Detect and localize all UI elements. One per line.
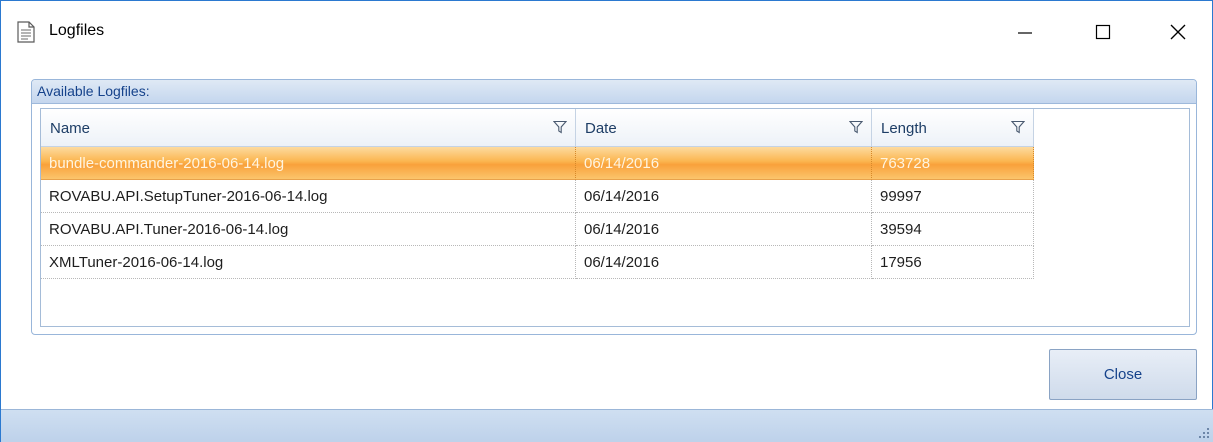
column-header-label: Name (50, 120, 91, 137)
cell-text: 99997 (880, 188, 922, 205)
cell-name[interactable]: XMLTuner-2016-06-14.log (41, 246, 576, 279)
cell-text: 06/14/2016 (584, 254, 660, 271)
status-bar (1, 409, 1213, 442)
table-row[interactable]: ROVABU.API.Tuner-2016-06-14.log 06/14/20… (41, 213, 1034, 246)
group-header: Available Logfiles: (32, 80, 1196, 104)
cell-text: 39594 (880, 221, 922, 238)
cell-length[interactable]: 39594 (872, 213, 1034, 246)
document-icon (17, 21, 35, 43)
table-row[interactable]: XMLTuner-2016-06-14.log 06/14/2016 17956 (41, 246, 1034, 279)
close-button[interactable]: Close (1049, 349, 1197, 400)
cell-date[interactable]: 06/14/2016 (576, 213, 872, 246)
column-header-label: Date (585, 120, 617, 137)
maximize-icon (1095, 24, 1111, 40)
cell-text: 17956 (880, 254, 922, 271)
cell-name[interactable]: ROVABU.API.Tuner-2016-06-14.log (41, 213, 576, 246)
close-window-button[interactable] (1144, 1, 1212, 63)
title-bar[interactable]: Logfiles (1, 1, 1212, 63)
logfiles-group: Available Logfiles: Name Date Length bun… (31, 79, 1197, 335)
column-header-label: Length (881, 120, 927, 137)
cell-text: XMLTuner-2016-06-14.log (49, 254, 224, 271)
cell-date[interactable]: 06/14/2016 (576, 147, 872, 180)
minimize-icon (1018, 32, 1032, 34)
column-header-date[interactable]: Date (576, 109, 872, 147)
filter-icon[interactable] (1011, 120, 1025, 134)
cell-text: 763728 (880, 155, 931, 172)
cell-text: bundle-commander-2016-06-14.log (49, 155, 285, 172)
cell-date[interactable]: 06/14/2016 (576, 246, 872, 279)
cell-text: ROVABU.API.SetupTuner-2016-06-14.log (49, 188, 328, 205)
cell-text: ROVABU.API.Tuner-2016-06-14.log (49, 221, 289, 238)
cell-name[interactable]: ROVABU.API.SetupTuner-2016-06-14.log (41, 180, 576, 213)
filter-icon[interactable] (553, 120, 567, 134)
grid-header: Name Date Length (41, 109, 1034, 147)
resize-grip-icon[interactable] (1198, 427, 1210, 439)
logfiles-window: Logfiles Available Logfiles: Name Date L… (0, 0, 1213, 442)
filter-icon[interactable] (849, 120, 863, 134)
cell-text: 06/14/2016 (584, 221, 660, 238)
cell-date[interactable]: 06/14/2016 (576, 180, 872, 213)
group-title: Available Logfiles: (37, 83, 150, 99)
cell-length[interactable]: 99997 (872, 180, 1034, 213)
table-row[interactable]: ROVABU.API.SetupTuner-2016-06-14.log 06/… (41, 180, 1034, 213)
close-button-label: Close (1103, 366, 1143, 383)
column-header-name[interactable]: Name (41, 109, 576, 147)
cell-name[interactable]: bundle-commander-2016-06-14.log (41, 147, 576, 180)
maximize-button[interactable] (1069, 1, 1137, 63)
cell-length[interactable]: 763728 (872, 147, 1034, 180)
table-row[interactable]: bundle-commander-2016-06-14.log 06/14/20… (41, 147, 1034, 180)
cell-text: 06/14/2016 (584, 155, 660, 172)
window-title: Logfiles (49, 22, 105, 39)
column-header-length[interactable]: Length (872, 109, 1034, 147)
close-icon (1170, 24, 1186, 40)
cell-text: 06/14/2016 (584, 188, 660, 205)
logfiles-grid[interactable]: Name Date Length bundle-commander-2016-0… (40, 108, 1190, 327)
minimize-button[interactable] (991, 1, 1059, 63)
cell-length[interactable]: 17956 (872, 246, 1034, 279)
